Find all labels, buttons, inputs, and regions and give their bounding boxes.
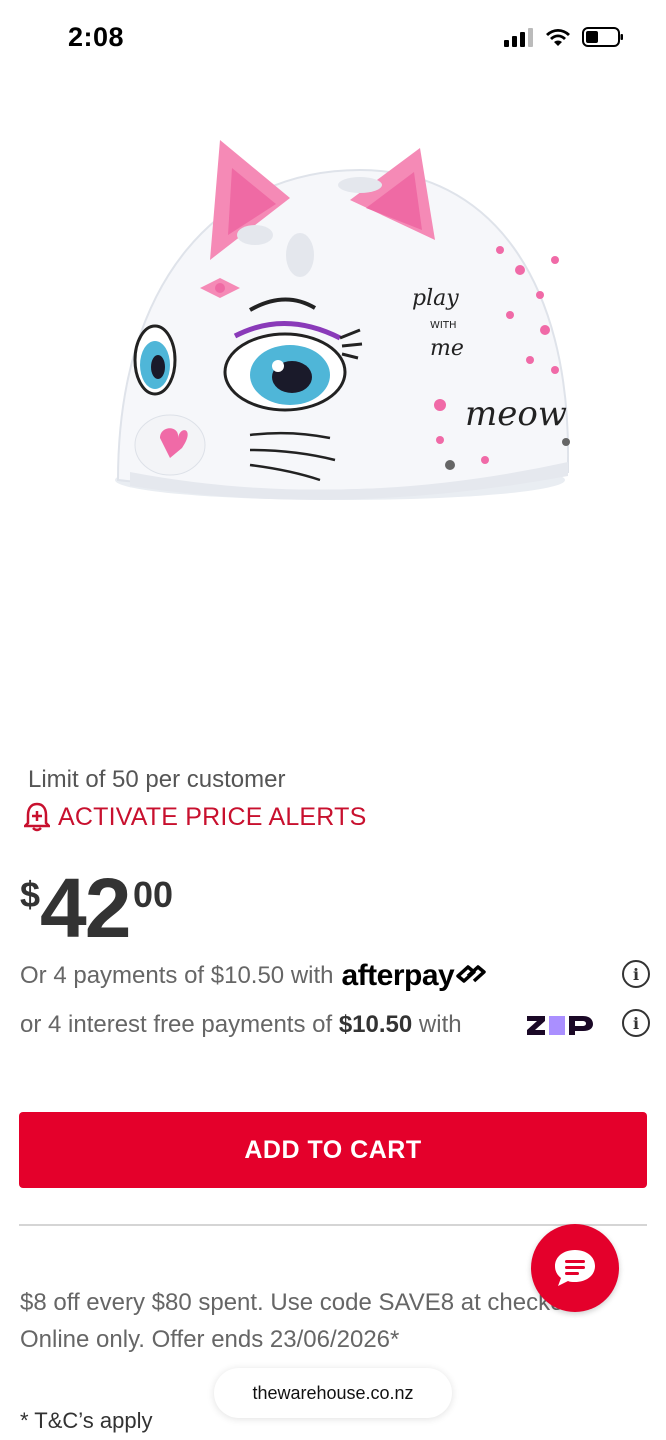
- zip-amount: $10.50: [338, 1011, 413, 1038]
- price-dollars: 42: [40, 861, 131, 955]
- cellular-signal-icon: [504, 28, 533, 47]
- afterpay-info-icon[interactable]: i: [622, 960, 650, 988]
- url-bar[interactable]: thewarehouse.co.nz: [214, 1368, 452, 1418]
- zip-info-icon[interactable]: i: [622, 1009, 650, 1037]
- terms-text: * T&C’s apply: [20, 1408, 153, 1433]
- activate-price-alerts-link[interactable]: ACTIVATE PRICE ALERTS: [24, 802, 366, 832]
- zip-text-suffix: with: [418, 1011, 462, 1038]
- price-cents: 00: [133, 874, 174, 915]
- add-to-cart-button[interactable]: ADD TO CART: [19, 1112, 647, 1188]
- afterpay-text: Or 4 payments of $10.50 with: [20, 962, 334, 989]
- price-alert-label: ACTIVATE PRICE ALERTS: [58, 802, 367, 831]
- status-icons: [504, 26, 624, 48]
- wifi-icon: [546, 29, 570, 46]
- url-domain: thewarehouse.co.nz: [252, 1382, 414, 1403]
- divider: [19, 1224, 647, 1226]
- status-bar: 2:08: [0, 0, 666, 76]
- status-time: 2:08: [68, 22, 125, 52]
- zip-logo: [527, 1016, 593, 1035]
- zip-row: or 4 interest free payments of $10.50 wi…: [20, 1005, 650, 1045]
- price-currency: $: [20, 874, 41, 915]
- svg-text:play: play: [412, 286, 459, 311]
- svg-text:meow: meow: [465, 394, 567, 434]
- afterpay-row: Or 4 payments of $10.50 with afterpay i: [20, 956, 650, 996]
- purchase-limit-text: Limit of 50 per customer: [28, 766, 286, 793]
- afterpay-logo-text: afterpay: [341, 959, 455, 992]
- bell-plus-icon: [24, 802, 50, 832]
- chat-button[interactable]: [531, 1224, 619, 1312]
- chat-bubble-icon: [555, 1250, 595, 1286]
- afterpay-arrows-icon: [456, 965, 486, 983]
- zip-text-prefix: or 4 interest free payments of: [20, 1011, 333, 1038]
- product-image: play WITH me meow: [115, 140, 570, 500]
- zip-text: or 4 interest free payments of $10.50 wi…: [20, 1011, 462, 1039]
- svg-text:WITH: WITH: [430, 320, 456, 331]
- battery-icon: [582, 27, 623, 47]
- svg-text:me: me: [430, 336, 464, 361]
- afterpay-logo: afterpay: [342, 959, 489, 993]
- promo-line-2: Online only. Offer ends 23/06/2026*: [20, 1326, 400, 1353]
